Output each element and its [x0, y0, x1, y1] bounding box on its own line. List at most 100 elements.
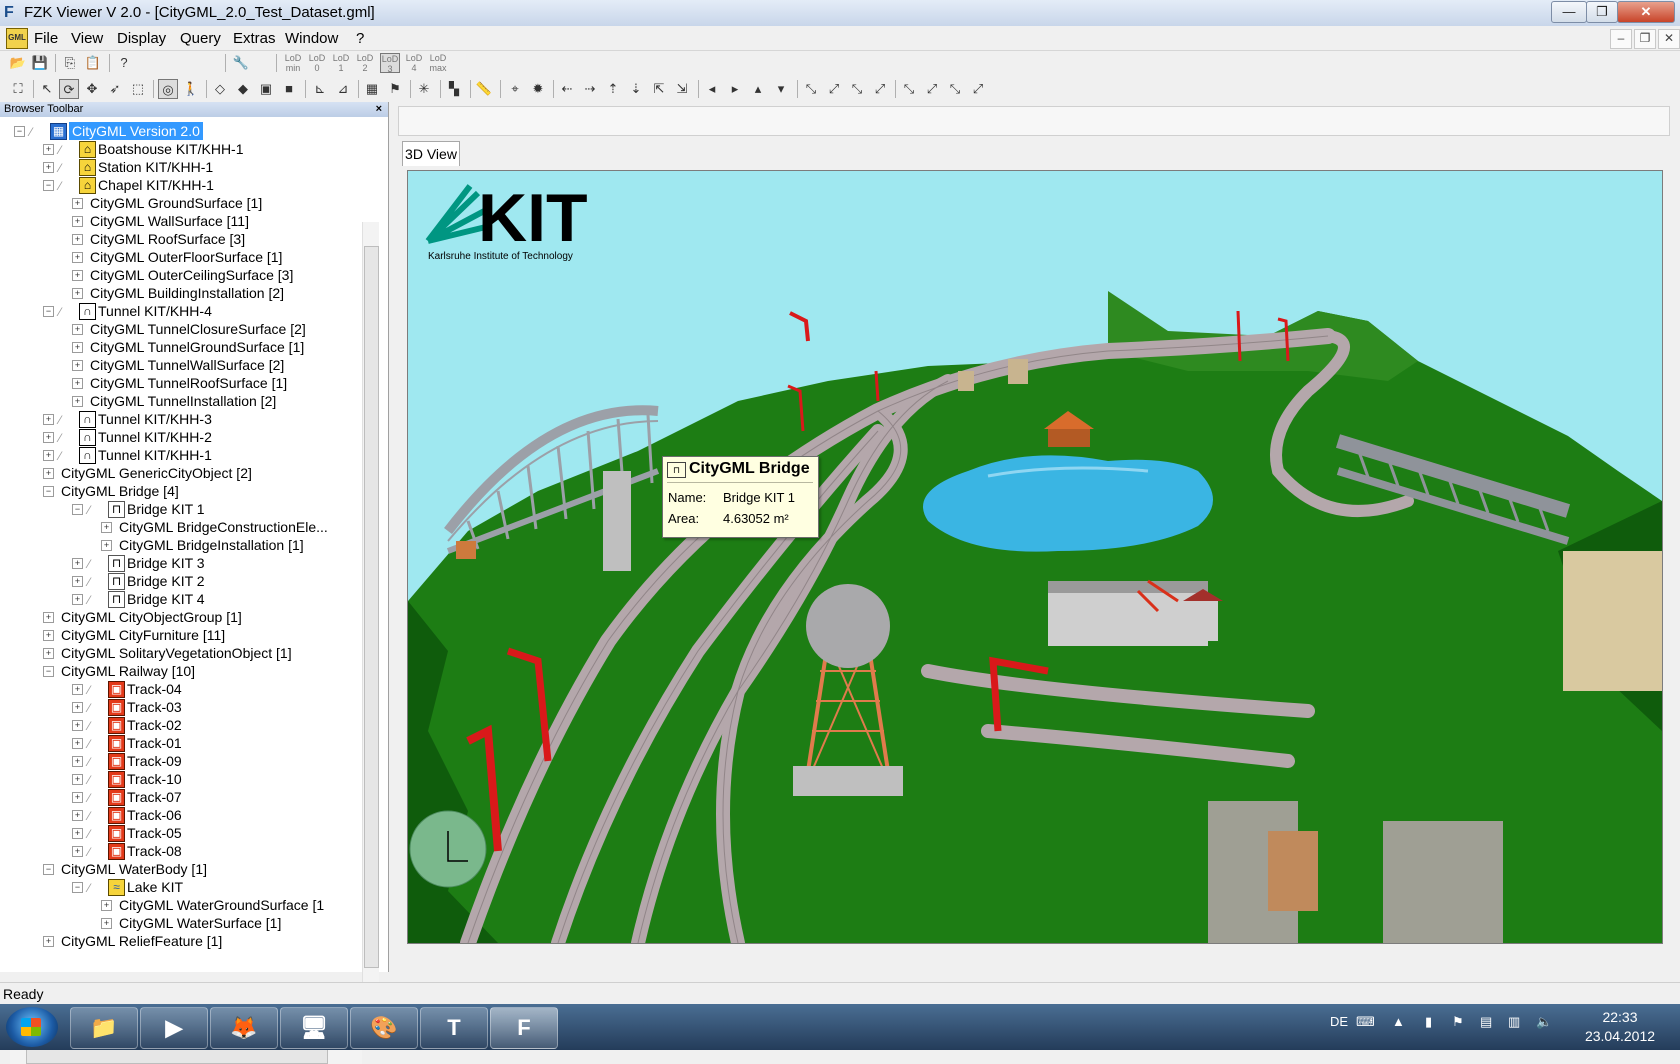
menu-extras[interactable]: Extras: [233, 30, 276, 47]
walk-icon[interactable]: 🚶: [181, 79, 201, 99]
tree-item[interactable]: + ⁄ ▣ Track-02: [10, 716, 360, 734]
expand-icon[interactable]: +: [72, 270, 83, 281]
view-3-icon[interactable]: ⤡: [847, 79, 867, 99]
restore-button[interactable]: ❐: [1586, 1, 1618, 23]
tree-item[interactable]: + CityGML CityFurniture [11]: [10, 626, 360, 644]
visibility-check-icon[interactable]: ⁄: [30, 123, 32, 141]
visibility-check-icon[interactable]: ⁄: [88, 591, 90, 609]
cube-textured-icon[interactable]: ▣: [256, 79, 276, 99]
tree-item[interactable]: + CityGML TunnelInstallation [2]: [10, 392, 360, 410]
lod-2-button[interactable]: LoD 2: [355, 53, 375, 73]
pan-icon[interactable]: ✥: [82, 79, 102, 99]
tree-item[interactable]: + ⁄ ▣ Track-10: [10, 770, 360, 788]
move-down-icon[interactable]: ⇣: [626, 79, 646, 99]
view-8-icon[interactable]: ⤢: [968, 79, 988, 99]
browser-close-button[interactable]: ×: [376, 102, 382, 117]
tree-item[interactable]: − CityGML Railway [10]: [10, 662, 360, 680]
move-up-icon[interactable]: ⇡: [603, 79, 623, 99]
visibility-check-icon[interactable]: ⁄: [59, 447, 61, 465]
visibility-check-icon[interactable]: ⁄: [88, 735, 90, 753]
menu-help[interactable]: ?: [356, 30, 364, 47]
tree-item[interactable]: + CityGML WallSurface [11]: [10, 212, 360, 230]
expand-icon[interactable]: +: [72, 558, 83, 569]
tree-item[interactable]: + CityGML WaterSurface [1]: [10, 914, 360, 932]
collapse-icon[interactable]: −: [72, 882, 83, 893]
object-tree[interactable]: − ⁄ ▦ CityGML Version 2.0 + ⁄ ⌂ Boatshouse KIT/…: [10, 122, 360, 1052]
tree-item[interactable]: − ⁄ ⌂ Chapel KIT/KHH-1: [10, 176, 360, 194]
expand-icon[interactable]: +: [72, 810, 83, 821]
visibility-check-icon[interactable]: ⁄: [88, 825, 90, 843]
expand-icon[interactable]: +: [72, 288, 83, 299]
expand-icon[interactable]: +: [72, 252, 83, 263]
mdi-minimize-button[interactable]: –: [1610, 29, 1632, 49]
tree-item[interactable]: + CityGML GenericCityObject [2]: [10, 464, 360, 482]
expand-icon[interactable]: +: [43, 468, 54, 479]
expand-icon[interactable]: +: [43, 432, 54, 443]
nudge-left-icon[interactable]: ◂: [702, 79, 722, 99]
start-button[interactable]: [6, 1007, 58, 1047]
lod-4-button[interactable]: LoD 4: [404, 53, 424, 73]
expand-icon[interactable]: +: [72, 594, 83, 605]
tree-item[interactable]: + CityGML OuterCeilingSurface [3]: [10, 266, 360, 284]
expand-icon[interactable]: +: [72, 774, 83, 785]
explorer-icon[interactable]: 📁: [70, 1007, 138, 1049]
tray-expand-icon[interactable]: ▲: [1392, 1014, 1405, 1029]
tree-item[interactable]: + ⁄ ⊓ Bridge KIT 2: [10, 572, 360, 590]
tree-item[interactable]: + CityGML TunnelGroundSurface [1]: [10, 338, 360, 356]
gml-icon[interactable]: GML: [6, 28, 28, 49]
nudge-right-icon[interactable]: ▸: [725, 79, 745, 99]
rotate-icon[interactable]: ⟳: [59, 79, 79, 99]
ruler-icon[interactable]: 📏: [474, 79, 494, 99]
expand-icon[interactable]: +: [72, 738, 83, 749]
expand-icon[interactable]: +: [72, 360, 83, 371]
visibility-check-icon[interactable]: ⁄: [59, 141, 61, 159]
keyboard-icon[interactable]: ⌨: [1356, 1014, 1375, 1030]
3d-view-canvas[interactable]: KIT Karlsruhe Institute of Technology: [407, 170, 1663, 944]
collapse-icon[interactable]: −: [14, 126, 25, 137]
expand-icon[interactable]: +: [43, 144, 54, 155]
paint-icon[interactable]: 🎨: [350, 1007, 418, 1049]
view-5-icon[interactable]: ⤡: [899, 79, 919, 99]
move-right-icon[interactable]: ⇢: [580, 79, 600, 99]
view-7-icon[interactable]: ⤡: [945, 79, 965, 99]
help-icon[interactable]: ?: [114, 53, 134, 73]
lod-min-button[interactable]: LoD min: [283, 53, 303, 73]
expand-icon[interactable]: +: [72, 684, 83, 695]
tree-item[interactable]: + ⁄ ⌂ Boatshouse KIT/KHH-1: [10, 140, 360, 158]
network-icon[interactable]: ▥: [1508, 1014, 1520, 1030]
tree-item[interactable]: + ⁄ ▣ Track-04: [10, 680, 360, 698]
move-front-icon[interactable]: ⇱: [649, 79, 669, 99]
expand-icon[interactable]: +: [101, 900, 112, 911]
mdi-restore-button[interactable]: ❐: [1634, 29, 1656, 49]
flag-icon[interactable]: ⚑: [385, 79, 405, 99]
lod-1-button[interactable]: LoD 1: [331, 53, 351, 73]
cube-color-icon[interactable]: ■: [279, 79, 299, 99]
tree-item[interactable]: + ⁄ ∩ Tunnel KIT/KHH-1: [10, 446, 360, 464]
expand-icon[interactable]: +: [43, 630, 54, 641]
view-2-icon[interactable]: ⤢: [824, 79, 844, 99]
collapse-icon[interactable]: −: [43, 864, 54, 875]
visibility-check-icon[interactable]: ⁄: [88, 843, 90, 861]
tree-item[interactable]: − CityGML Bridge [4]: [10, 482, 360, 500]
minimize-button[interactable]: —: [1551, 1, 1587, 23]
expand-icon[interactable]: +: [43, 450, 54, 461]
move-back-icon[interactable]: ⇲: [672, 79, 692, 99]
expand-icon[interactable]: +: [72, 216, 83, 227]
cube-wire-icon[interactable]: ◇: [210, 79, 230, 99]
lod-max-button[interactable]: LoD max: [428, 53, 448, 73]
paste-icon[interactable]: 📋: [83, 53, 103, 73]
copy-icon[interactable]: ⎘: [60, 53, 80, 73]
tree-item[interactable]: − ⁄ ▦ CityGML Version 2.0: [10, 122, 360, 140]
tree-item[interactable]: + ⁄ ▣ Track-09: [10, 752, 360, 770]
tree-item[interactable]: + CityGML BuildingInstallation [2]: [10, 284, 360, 302]
cube-solid-icon[interactable]: ◆: [233, 79, 253, 99]
tree-item[interactable]: + ⁄ ▣ Track-06: [10, 806, 360, 824]
visibility-check-icon[interactable]: ⁄: [88, 699, 90, 717]
expand-icon[interactable]: +: [72, 756, 83, 767]
mdi-close-button[interactable]: ✕: [1658, 29, 1680, 49]
menu-window[interactable]: Window: [285, 30, 338, 47]
move-left-icon[interactable]: ⇠: [557, 79, 577, 99]
lod-3-button[interactable]: LoD 3: [380, 53, 400, 74]
volume-icon[interactable]: 🔈: [1536, 1014, 1552, 1030]
tree-item[interactable]: + CityGML BridgeConstructionEle...: [10, 518, 360, 536]
